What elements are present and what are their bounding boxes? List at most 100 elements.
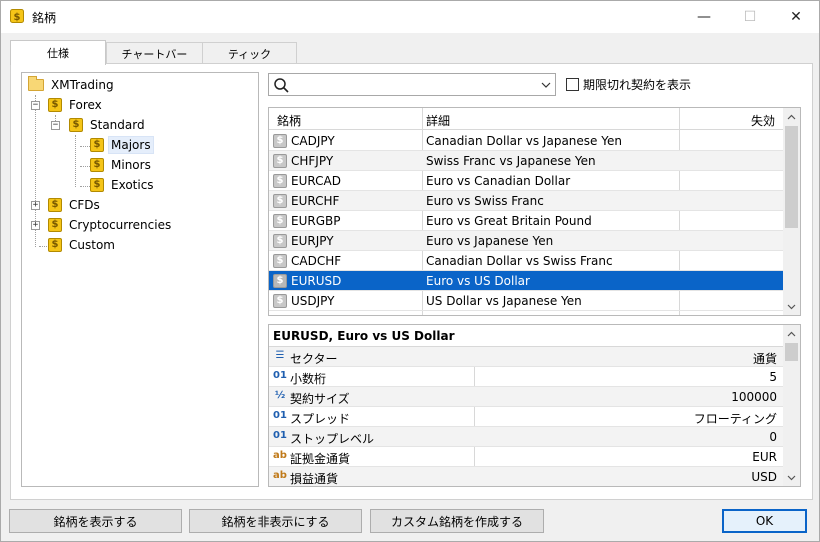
title-bar[interactable]: $ 銘柄 — ☐ ✕: [1, 1, 819, 33]
symbol-properties[interactable]: EURUSD, Euro vs US Dollar ☰ セクター 通貨 01 小…: [268, 324, 801, 487]
chevron-up-icon: [787, 331, 796, 336]
scroll-down-button[interactable]: [783, 469, 800, 486]
coin-icon: $: [10, 9, 24, 23]
collapse-icon[interactable]: −: [31, 101, 40, 110]
digits-icon: 01: [273, 410, 287, 421]
tree-item-standard[interactable]: $ Standard: [69, 116, 147, 134]
expand-icon[interactable]: +: [31, 201, 40, 210]
coin-icon: $: [90, 158, 104, 172]
tree-item-minors[interactable]: $ Minors: [90, 156, 153, 174]
property-row[interactable]: ab 損益通貨 USD: [269, 467, 783, 486]
property-row[interactable]: 01 ストップレベル 0: [269, 427, 783, 447]
text-icon: ab: [273, 470, 287, 481]
property-row[interactable]: 01 小数桁 5: [269, 367, 783, 387]
dollar-icon: $: [273, 254, 287, 268]
scroll-down-button[interactable]: [783, 298, 800, 315]
dollar-icon: $: [273, 234, 287, 248]
dollar-icon: $: [273, 194, 287, 208]
digits-icon: 01: [273, 430, 287, 441]
coin-icon: $: [69, 118, 83, 132]
table-row[interactable]: $ EURJPY Euro vs Japanese Yen: [269, 231, 783, 251]
svg-text:$: $: [14, 12, 21, 23]
coin-icon: $: [90, 178, 104, 192]
coin-icon: $: [48, 98, 62, 112]
digits-icon: 01: [273, 370, 287, 381]
table-scrollbar[interactable]: [783, 108, 800, 315]
close-icon: ✕: [790, 9, 802, 25]
symbols-table[interactable]: 銘柄 詳細 失効 $ CADJPY Canadian Dollar vs Jap…: [268, 107, 801, 316]
scroll-thumb[interactable]: [785, 343, 798, 361]
maximize-icon: ☐: [743, 9, 757, 25]
tree-item-majors[interactable]: $ Majors: [90, 136, 154, 154]
symbol-search-combobox[interactable]: [268, 73, 556, 96]
table-row[interactable]: $ USDJPY US Dollar vs Japanese Yen: [269, 291, 783, 311]
show-symbol-button[interactable]: 銘柄を表示する: [9, 509, 182, 533]
tab-ticks[interactable]: ティック: [202, 42, 297, 64]
tree-item-custom[interactable]: $ Custom: [48, 236, 117, 254]
dollar-icon: $: [273, 154, 287, 168]
table-row[interactable]: $ CADCHF Canadian Dollar vs Swiss Franc: [269, 251, 783, 271]
properties-title: EURUSD, Euro vs US Dollar: [269, 325, 783, 347]
chevron-down-icon[interactable]: [541, 80, 551, 90]
tree-item-exotics[interactable]: $ Exotics: [90, 176, 156, 194]
maximize-button: ☐: [727, 1, 773, 33]
properties-scrollbar[interactable]: [783, 325, 800, 486]
tree-item-cryptocurrencies[interactable]: $ Cryptocurrencies: [48, 216, 173, 234]
table-header: 銘柄 詳細 失効: [269, 108, 783, 130]
show-expired-checkbox[interactable]: [566, 78, 579, 91]
tab-content: XMTrading − $ Forex − $ Standard $ Major…: [10, 63, 813, 500]
chevron-up-icon: [787, 114, 796, 119]
column-header-expiration[interactable]: 失効: [751, 112, 775, 129]
coin-icon: $: [90, 138, 104, 152]
minimize-button[interactable]: —: [681, 1, 727, 33]
search-input[interactable]: [293, 76, 533, 93]
hide-symbol-button[interactable]: 銘柄を非表示にする: [189, 509, 362, 533]
table-row[interactable]: $ EURGBP Euro vs Great Britain Pound: [269, 211, 783, 231]
tree-item-xmtrading[interactable]: XMTrading: [28, 76, 116, 94]
dollar-icon: $: [273, 274, 287, 288]
property-row[interactable]: ab 証拠金通貨 EUR: [269, 447, 783, 467]
search-icon: [274, 78, 289, 93]
table-row[interactable]: $ EURCAD Euro vs Canadian Dollar: [269, 171, 783, 191]
property-row[interactable]: 01 スプレッド フローティング: [269, 407, 783, 427]
coin-icon: $: [48, 198, 62, 212]
tree-connector: [80, 146, 90, 147]
dollar-icon: $: [273, 294, 287, 308]
tree-item-forex[interactable]: $ Forex: [48, 96, 104, 114]
dollar-icon: $: [273, 214, 287, 228]
property-row[interactable]: ☰ セクター 通貨: [269, 347, 783, 367]
table-row[interactable]: $ EURCHF Euro vs Swiss Franc: [269, 191, 783, 211]
tab-specification[interactable]: 仕様: [10, 40, 106, 65]
property-row[interactable]: ½ 契約サイズ 100000: [269, 387, 783, 407]
dollar-icon: $: [273, 174, 287, 188]
column-header-symbol[interactable]: 銘柄: [277, 112, 301, 129]
sector-icon: ☰: [275, 350, 285, 361]
ok-button[interactable]: OK: [722, 509, 807, 533]
chevron-down-icon: [787, 304, 796, 309]
table-row-selected[interactable]: $ EURUSD Euro vs US Dollar: [269, 271, 783, 291]
show-expired-label[interactable]: 期限切れ契約を表示: [583, 76, 691, 93]
text-icon: ab: [273, 450, 287, 461]
dollar-icon: $: [273, 134, 287, 148]
symbol-tree[interactable]: XMTrading − $ Forex − $ Standard $ Major…: [21, 72, 259, 487]
table-row[interactable]: $ CADJPY Canadian Dollar vs Japanese Yen: [269, 131, 783, 151]
tree-connector: [80, 166, 90, 167]
scroll-thumb[interactable]: [785, 126, 798, 228]
column-header-description[interactable]: 詳細: [426, 112, 450, 129]
tree-item-cfds[interactable]: $ CFDs: [48, 196, 102, 214]
tab-chart-bars[interactable]: チャートバー: [106, 42, 203, 64]
coin-icon: $: [48, 218, 62, 232]
window-title: 銘柄: [32, 11, 57, 25]
custom-coin-icon: $: [48, 238, 62, 252]
close-button[interactable]: ✕: [773, 1, 819, 33]
tree-connector: [75, 135, 76, 187]
collapse-icon[interactable]: −: [51, 121, 60, 130]
table-row[interactable]: $ CHFJPY Swiss Franc vs Japanese Yen: [269, 151, 783, 171]
create-custom-symbol-button[interactable]: カスタム銘柄を作成する: [370, 509, 544, 533]
scroll-up-button[interactable]: [783, 108, 800, 125]
scroll-up-button[interactable]: [783, 325, 800, 342]
minimize-icon: —: [697, 9, 711, 25]
expand-icon[interactable]: +: [31, 221, 40, 230]
symbols-dialog: $ 銘柄 — ☐ ✕ 仕様 チャートバー ティック XMTrading − $ …: [0, 0, 820, 542]
folder-icon: [28, 76, 44, 91]
